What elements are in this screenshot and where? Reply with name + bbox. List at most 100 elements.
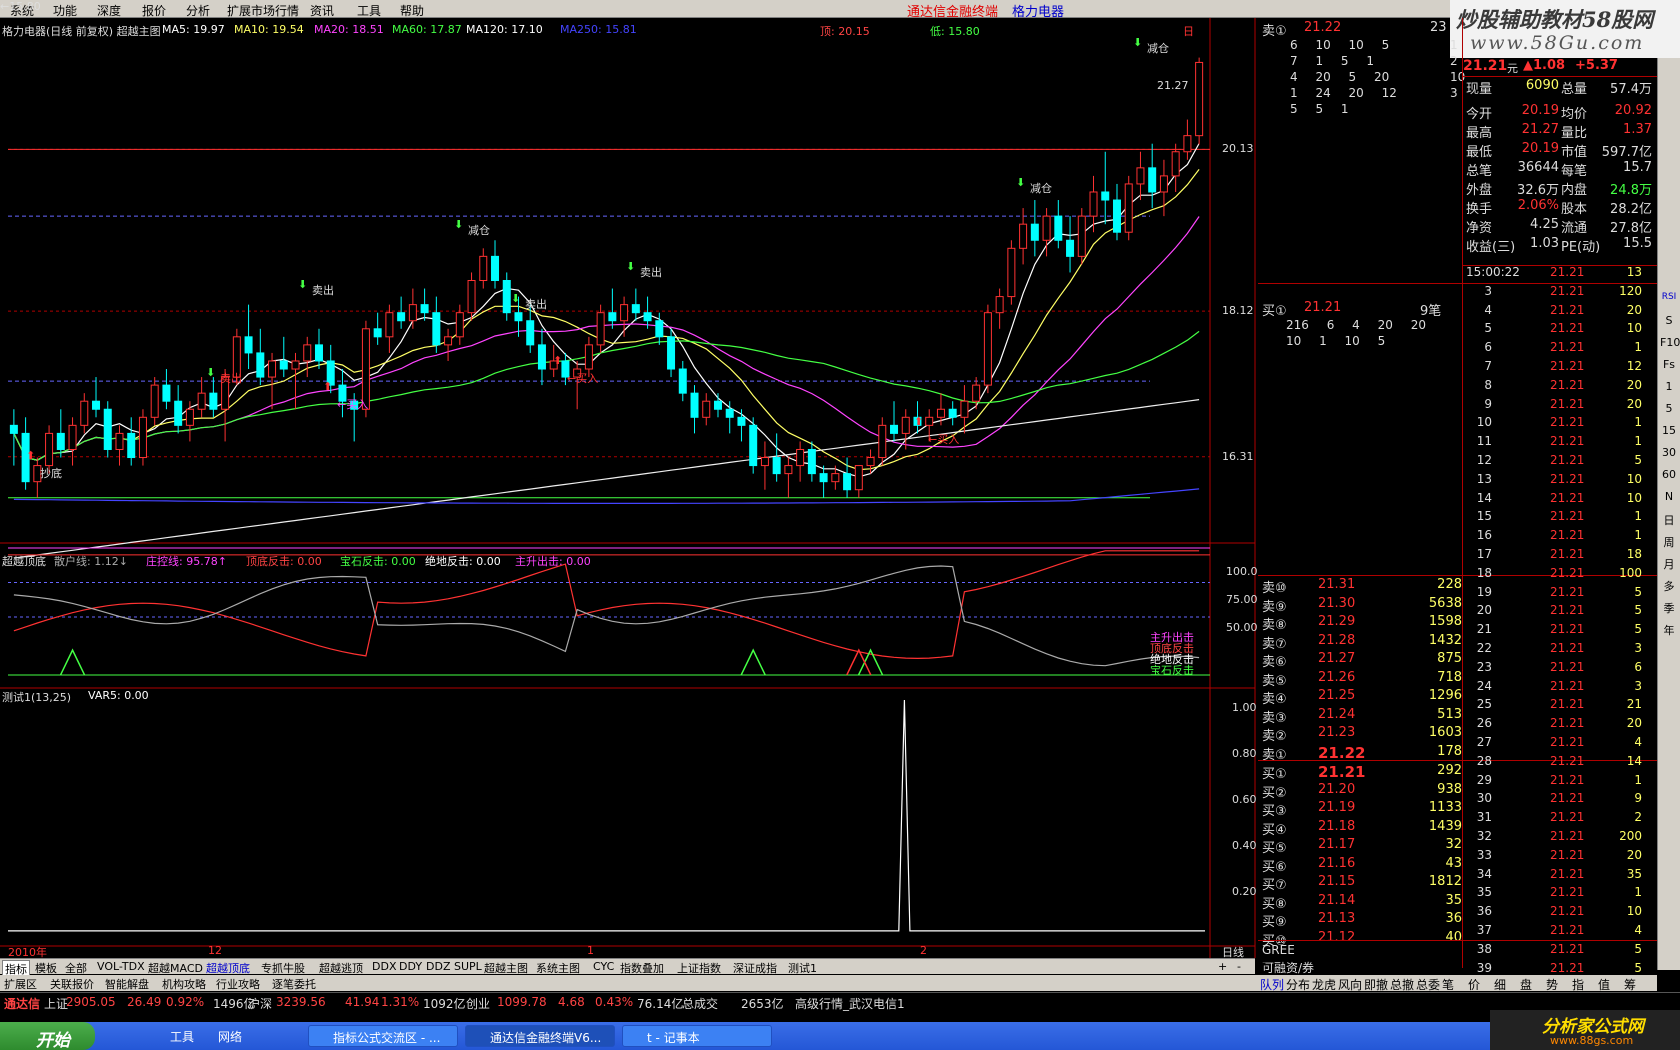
right-tab-14[interactable]: 筹: [1624, 976, 1636, 993]
right-tab-0[interactable]: 队列: [1260, 976, 1284, 993]
start-button[interactable]: 开始: [0, 1022, 95, 1050]
tick-time-25: 27: [1476, 735, 1492, 749]
right-tab-5[interactable]: 总撤: [1390, 976, 1414, 993]
tab-15[interactable]: 指数叠加: [618, 960, 666, 976]
tab-17[interactable]: 深证成指: [731, 960, 779, 976]
toolbar-btn-0[interactable]: RSI: [1660, 292, 1678, 302]
tick-time-7: 9: [1484, 396, 1492, 411]
toolbar-btn-11[interactable]: 周: [1660, 534, 1678, 550]
toolbar-btn-9[interactable]: N: [1660, 490, 1678, 503]
tab-6[interactable]: 专抓牛股: [259, 960, 307, 976]
chart-area[interactable]: [0, 18, 1258, 958]
sell-book-vol-7: 513: [1437, 706, 1462, 722]
toolbar-btn-13[interactable]: 多: [1660, 578, 1678, 594]
tick-time-3: 5: [1484, 321, 1492, 336]
toolbar-btn-1[interactable]: S: [1660, 314, 1678, 327]
right-tab-12[interactable]: 指: [1572, 976, 1584, 993]
toolbar-btn-7[interactable]: 30: [1660, 446, 1678, 459]
tab-13[interactable]: 系统主图: [534, 960, 582, 976]
subtab-1[interactable]: 关联报价: [50, 976, 94, 992]
toolbar-btn-6[interactable]: 15: [1660, 424, 1678, 437]
right-tab-4[interactable]: 即撤: [1364, 976, 1388, 993]
right-tab-9[interactable]: 细: [1494, 976, 1506, 993]
toolbar-btn-8[interactable]: 60: [1660, 468, 1678, 481]
tick-price-20: 21.21: [1550, 641, 1585, 655]
buy-book-label-7: 买⑧: [1262, 896, 1287, 912]
subtab-3[interactable]: 机构攻略: [162, 976, 206, 992]
toolbar-btn-2[interactable]: F10: [1660, 336, 1680, 349]
buy-book-vol-1: 938: [1437, 781, 1462, 797]
toolbar-btn-10[interactable]: 日: [1660, 512, 1678, 528]
subtab-0[interactable]: 扩展区: [4, 976, 37, 992]
right-tab-1[interactable]: 分布: [1286, 976, 1310, 993]
buy-book-price-5: 21.16: [1318, 855, 1356, 871]
candle-body-24: [291, 360, 300, 370]
candle-body-69: [819, 473, 828, 483]
buy-book-price-8: 21.13: [1318, 911, 1356, 926]
buy-book-vol-8: 36: [1445, 911, 1462, 926]
right-tab-11[interactable]: 势: [1546, 976, 1558, 993]
tab-8[interactable]: DDX: [370, 960, 398, 973]
tab-14[interactable]: CYC: [591, 960, 616, 973]
candle-body-99: [1171, 151, 1180, 177]
tab-control-0[interactable]: +: [1216, 960, 1229, 973]
right-tab-13[interactable]: 值: [1598, 976, 1610, 993]
right-tab-3[interactable]: 风向: [1338, 976, 1362, 993]
panel-divider-3: [1258, 940, 1658, 941]
menu-item-4[interactable]: 分析: [186, 2, 210, 19]
right-tab-2[interactable]: 龙虎: [1312, 976, 1336, 993]
tab-1[interactable]: 模板: [33, 960, 59, 976]
toolbar-btn-4[interactable]: 1: [1660, 380, 1678, 393]
right-tab-6[interactable]: 总委: [1416, 976, 1440, 993]
right-tab-8[interactable]: 价: [1468, 976, 1480, 993]
toolbar-btn-12[interactable]: 月: [1660, 556, 1678, 572]
menu-item-8[interactable]: 帮助: [400, 2, 424, 19]
stat-label-b-6: 股本: [1561, 202, 1588, 217]
menu-item-1[interactable]: 功能: [53, 2, 77, 19]
menu-item-3[interactable]: 报价: [142, 2, 166, 19]
candle-body-8: [103, 408, 112, 450]
menu-item-7[interactable]: 工具: [357, 2, 381, 19]
stat-label-b-4: 每笔: [1561, 164, 1588, 179]
tab-control-1[interactable]: -: [1235, 960, 1243, 973]
tab-7[interactable]: 超越逃顶: [317, 960, 365, 976]
toolbar-btn-5[interactable]: 5: [1660, 402, 1678, 415]
mark-arrow-9: ⬆: [914, 415, 924, 428]
sell-book-label-4: 卖⑥: [1262, 655, 1287, 670]
candle-body-97: [1148, 167, 1157, 193]
tab-3[interactable]: VOL-TDX: [95, 960, 147, 973]
tab-11[interactable]: SUPL: [452, 960, 484, 973]
menu-item-6[interactable]: 资讯: [310, 2, 334, 19]
tab-10[interactable]: DDZ: [424, 960, 452, 973]
sell-book-label-2: 卖⑧: [1262, 618, 1287, 633]
taskbar-net[interactable]: 网络: [200, 1025, 270, 1047]
toolbar-btn-14[interactable]: 季: [1660, 600, 1678, 616]
subtab-5[interactable]: 逐笔委托: [272, 976, 316, 992]
candle-body-66: [784, 465, 793, 475]
right-tab-10[interactable]: 盘: [1520, 976, 1532, 993]
sell1-price: 21.22: [1304, 20, 1342, 35]
tab-9[interactable]: DDY: [397, 960, 424, 973]
tab-2[interactable]: 全部: [63, 960, 89, 976]
tab-5[interactable]: 超越顶底: [204, 960, 252, 976]
candle-body-40: [479, 255, 488, 281]
main-mark-4: 卖出: [312, 284, 334, 297]
tab-18[interactable]: 测试1: [786, 960, 819, 976]
taskbar-item-0[interactable]: 指标公式交流区 - ...: [308, 1025, 458, 1047]
menu-item-2[interactable]: 深度: [97, 2, 121, 19]
taskbar-item-2[interactable]: t - 记事本: [622, 1025, 772, 1047]
tab-12[interactable]: 超越主图: [482, 960, 530, 976]
subtab-2[interactable]: 智能解盘: [105, 976, 149, 992]
panel-divider-2: [1258, 760, 1658, 761]
tab-control-2[interactable]: □: [1254, 960, 1268, 973]
subtab-4[interactable]: 行业攻略: [216, 976, 260, 992]
candle-body-93: [1101, 191, 1110, 201]
toolbar-btn-3[interactable]: Fs: [1660, 358, 1678, 371]
right-tab-7[interactable]: 笔: [1442, 976, 1454, 993]
taskbar-item-1[interactable]: 通达信金融终端V6...: [465, 1025, 615, 1047]
tick-price-6: 21.21: [1550, 377, 1585, 392]
tab-16[interactable]: 上证指数: [675, 960, 723, 976]
menu-item-5[interactable]: 扩展市场行情: [227, 2, 299, 19]
tab-4[interactable]: 超越MACD: [146, 960, 205, 976]
toolbar-btn-15[interactable]: 年: [1660, 622, 1678, 638]
